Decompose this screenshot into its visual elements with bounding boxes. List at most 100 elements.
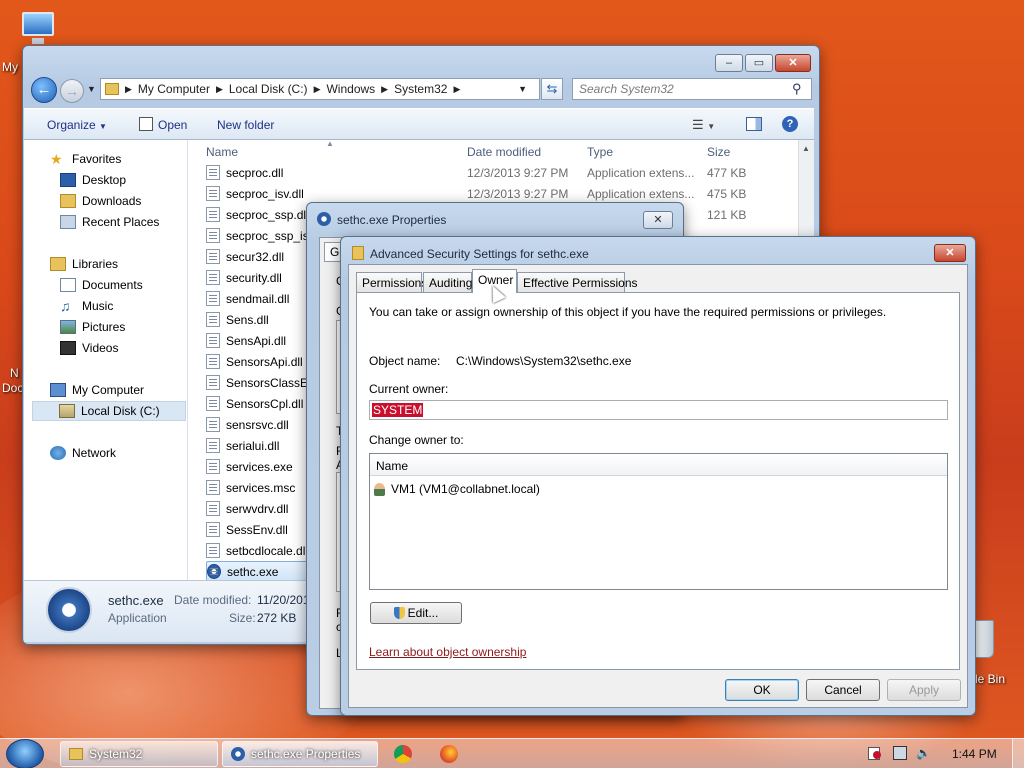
breadcrumb-segment[interactable]: System32 bbox=[394, 82, 447, 96]
apply-button[interactable]: Apply bbox=[887, 679, 961, 701]
star-icon: ★ bbox=[50, 151, 63, 167]
videos-icon bbox=[60, 341, 76, 355]
accessibility-app-icon bbox=[207, 564, 221, 579]
chevron-right-icon[interactable]: ▶ bbox=[216, 84, 223, 95]
chevron-right-icon[interactable]: ▶ bbox=[381, 84, 388, 95]
nav-documents[interactable]: Documents bbox=[60, 275, 143, 295]
search-icon: ⚲ bbox=[792, 81, 802, 96]
search-input[interactable]: Search System32 bbox=[572, 78, 812, 100]
sort-arrow-icon: ▲ bbox=[326, 140, 334, 148]
chevron-right-icon[interactable]: ▶ bbox=[314, 84, 321, 95]
cell-name: Sens.dll bbox=[226, 312, 269, 327]
properties-title: sethc.exe Properties bbox=[337, 213, 447, 227]
tab-permissions[interactable]: Permissions bbox=[356, 272, 427, 292]
maximize-button[interactable]: ▭ bbox=[745, 54, 773, 72]
minimize-button[interactable]: – bbox=[715, 54, 743, 72]
nav-network[interactable]: Network bbox=[50, 443, 116, 463]
ok-button[interactable]: OK bbox=[725, 679, 799, 701]
firefox-icon[interactable] bbox=[440, 745, 458, 763]
action-center-flag-icon[interactable] bbox=[868, 747, 881, 760]
properties-icon bbox=[231, 747, 245, 761]
cell-name: sendmail.dll bbox=[226, 291, 290, 306]
nav-music[interactable]: ♫ Music bbox=[60, 296, 113, 316]
navigation-pane: ★ Favorites Desktop Downloads Recent Plac… bbox=[24, 140, 188, 580]
list-item[interactable]: VM1 (VM1@collabnet.local) bbox=[374, 480, 540, 498]
column-header-type[interactable]: Type bbox=[587, 145, 613, 159]
cell-name: SessEnv.dll bbox=[226, 522, 288, 537]
cell-name: setbcdlocale.dl bbox=[226, 543, 306, 558]
breadcrumb-segment[interactable]: Local Disk (C:) bbox=[229, 82, 308, 96]
file-icon bbox=[206, 417, 220, 432]
cancel-button[interactable]: Cancel bbox=[806, 679, 880, 701]
desktop-icon-label: N bbox=[10, 366, 19, 380]
open-button[interactable]: Open bbox=[158, 118, 187, 132]
nav-desktop[interactable]: Desktop bbox=[60, 170, 126, 190]
tab-effective-permissions[interactable]: Effective Permissions bbox=[517, 272, 638, 292]
learn-ownership-link[interactable]: Learn about object ownership bbox=[369, 645, 526, 659]
help-icon[interactable]: ? bbox=[782, 116, 798, 132]
table-row[interactable]: secproc_isv.dll 12/3/2013 9:27 PM Applicat… bbox=[206, 183, 791, 204]
computer-icon bbox=[50, 383, 66, 397]
address-bar[interactable]: ▶ My Computer ▶ Local Disk (C:) ▶ Window… bbox=[100, 78, 540, 100]
tab-auditing[interactable]: Auditing bbox=[423, 272, 472, 292]
show-desktop-button[interactable] bbox=[1012, 739, 1024, 768]
file-icon bbox=[206, 438, 220, 453]
new-folder-button[interactable]: New folder bbox=[217, 118, 274, 132]
column-header-name[interactable]: Name bbox=[206, 145, 238, 159]
back-button[interactable]: ← bbox=[31, 77, 57, 103]
edit-button[interactable]: Edit... bbox=[370, 602, 462, 624]
close-button[interactable]: ✕ bbox=[775, 54, 811, 72]
computer-desktop-icon[interactable] bbox=[18, 10, 58, 46]
recent-places-icon bbox=[60, 215, 76, 229]
recent-pages-chevron-icon[interactable]: ▼ bbox=[87, 84, 96, 94]
volume-muted-icon[interactable]: 🔈 bbox=[916, 746, 931, 760]
advanced-close-button[interactable]: ✕ bbox=[934, 244, 966, 262]
address-dropdown-icon[interactable]: ▼ bbox=[518, 84, 527, 94]
organize-button[interactable]: Organize ▼ bbox=[47, 118, 107, 132]
preview-pane-icon[interactable] bbox=[746, 117, 762, 131]
cell-name: secproc_ssp.dll bbox=[226, 207, 309, 222]
chevron-right-icon[interactable]: ▶ bbox=[125, 84, 132, 95]
file-icon bbox=[206, 207, 220, 222]
file-icon bbox=[206, 501, 220, 516]
cell-size: 475 KB bbox=[707, 186, 747, 201]
cell-name: services.exe bbox=[226, 459, 293, 474]
cell-type: Application extens... bbox=[587, 186, 695, 201]
file-icon bbox=[206, 480, 220, 495]
file-icon bbox=[206, 375, 220, 390]
properties-close-button[interactable]: ✕ bbox=[643, 211, 673, 229]
table-row[interactable]: secproc.dll 12/3/2013 9:27 PM Application … bbox=[206, 162, 791, 183]
file-icon bbox=[206, 249, 220, 264]
nav-downloads[interactable]: Downloads bbox=[60, 191, 141, 211]
cell-date: 12/3/2013 9:27 PM bbox=[467, 165, 569, 180]
nav-my-computer[interactable]: My Computer bbox=[50, 380, 144, 400]
chevron-right-icon[interactable]: ▶ bbox=[453, 84, 460, 95]
chrome-icon[interactable] bbox=[394, 745, 412, 763]
forward-button[interactable]: → bbox=[60, 79, 84, 103]
clock[interactable]: 1:44 PM bbox=[952, 747, 997, 761]
scroll-up-icon[interactable]: ▲ bbox=[802, 144, 810, 153]
nav-local-disk[interactable]: Local Disk (C:) bbox=[32, 401, 186, 421]
breadcrumb-segment[interactable]: Windows bbox=[326, 82, 375, 96]
disk-icon bbox=[59, 404, 75, 418]
nav-pictures[interactable]: Pictures bbox=[60, 317, 125, 337]
network-tray-icon[interactable] bbox=[893, 746, 907, 760]
nav-recent-places[interactable]: Recent Places bbox=[60, 212, 159, 232]
libraries-icon bbox=[50, 257, 66, 271]
nav-favorites[interactable]: ★ Favorites bbox=[50, 149, 121, 169]
current-owner-field[interactable]: SYSTEM bbox=[369, 400, 948, 420]
taskbar-item-system32[interactable]: System32 bbox=[60, 741, 218, 767]
nav-libraries[interactable]: Libraries bbox=[50, 254, 118, 274]
column-header-size[interactable]: Size bbox=[707, 145, 730, 159]
start-button[interactable] bbox=[6, 739, 44, 768]
properties-icon bbox=[317, 212, 331, 226]
file-icon bbox=[206, 333, 220, 348]
owner-intro-text: You can take or assign ownership of this… bbox=[369, 305, 887, 319]
refresh-button[interactable]: ⇆ bbox=[541, 78, 563, 100]
taskbar-item-properties[interactable]: sethc.exe Properties bbox=[222, 741, 378, 767]
nav-videos[interactable]: Videos bbox=[60, 338, 118, 358]
column-header-date[interactable]: Date modified bbox=[467, 145, 541, 159]
breadcrumb-segment[interactable]: My Computer bbox=[138, 82, 210, 96]
view-options-icon[interactable]: ☰ ▼ bbox=[692, 117, 715, 133]
change-owner-list[interactable]: Name VM1 (VM1@collabnet.local) bbox=[369, 453, 948, 590]
